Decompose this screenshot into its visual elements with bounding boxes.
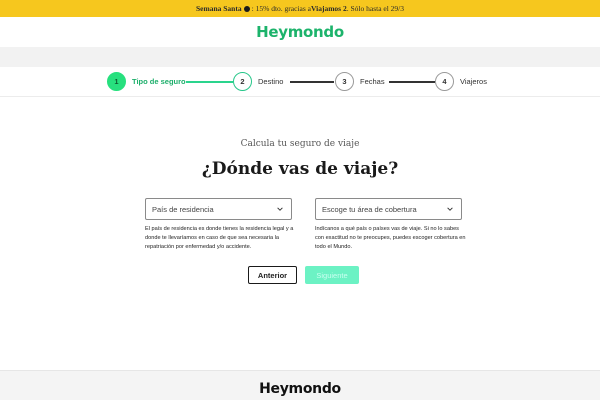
progress-stepper: 1 Tipo de seguro 2 Destino 3 Fechas 4 Vi… <box>0 67 600 97</box>
promo-text-2: . Sólo hasta el 29/3 <box>346 4 405 13</box>
back-button[interactable]: Anterior <box>248 266 297 284</box>
sun-icon <box>243 5 250 12</box>
coverage-select-value: Escoge tu área de cobertura <box>322 204 417 214</box>
step-connector-1-2 <box>186 81 233 83</box>
step-4[interactable]: 4 Viajeros <box>435 72 487 91</box>
step-4-label: Viajeros <box>460 77 487 86</box>
chevron-down-icon <box>277 207 283 211</box>
site-header: Heymondo <box>0 17 600 47</box>
brand-logo[interactable]: Heymondo <box>256 23 344 41</box>
next-button[interactable]: Siguiente <box>305 266 359 284</box>
promo-banner[interactable]: Semana Santa : 15% dto. gracias a Viajam… <box>0 0 600 17</box>
step-3-number: 3 <box>335 72 354 91</box>
promo-code: Viajamos 2 <box>310 4 347 13</box>
header-spacer <box>0 47 600 67</box>
form-subtitle: Calcula tu seguro de viaje <box>240 139 360 149</box>
step-1-number: 1 <box>107 72 126 91</box>
step-4-number: 4 <box>435 72 454 91</box>
promo-bold-season: Semana Santa <box>195 4 242 13</box>
coverage-area-select[interactable]: Escoge tu área de cobertura <box>315 198 462 220</box>
destination-form: Calcula tu seguro de viaje ¿Dónde vas de… <box>0 97 600 370</box>
chevron-down-icon <box>447 207 453 211</box>
residence-country-select[interactable]: País de residencia <box>145 198 292 220</box>
step-connector-3-4 <box>389 81 435 83</box>
promo-text-1: : 15% dto. gracias a <box>251 4 311 13</box>
residence-help-text: El país de residencia es donde tienes la… <box>145 226 294 250</box>
page-title: ¿Dónde vas de viaje? <box>201 159 399 179</box>
step-3-label: Fechas <box>360 77 385 86</box>
step-3[interactable]: 3 Fechas <box>335 72 385 91</box>
step-1-label: Tipo de seguro <box>132 77 186 86</box>
step-1[interactable]: 1 Tipo de seguro <box>107 72 186 91</box>
coverage-help-text: Indícanos a qué país o países vas de via… <box>315 226 466 250</box>
residence-select-value: País de residencia <box>152 204 214 214</box>
footer-logo[interactable]: Heymondo <box>0 381 600 397</box>
step-2[interactable]: 2 Destino <box>233 72 283 91</box>
step-connector-2-3 <box>290 81 334 83</box>
step-2-number: 2 <box>233 72 252 91</box>
step-2-label: Destino <box>258 77 284 86</box>
